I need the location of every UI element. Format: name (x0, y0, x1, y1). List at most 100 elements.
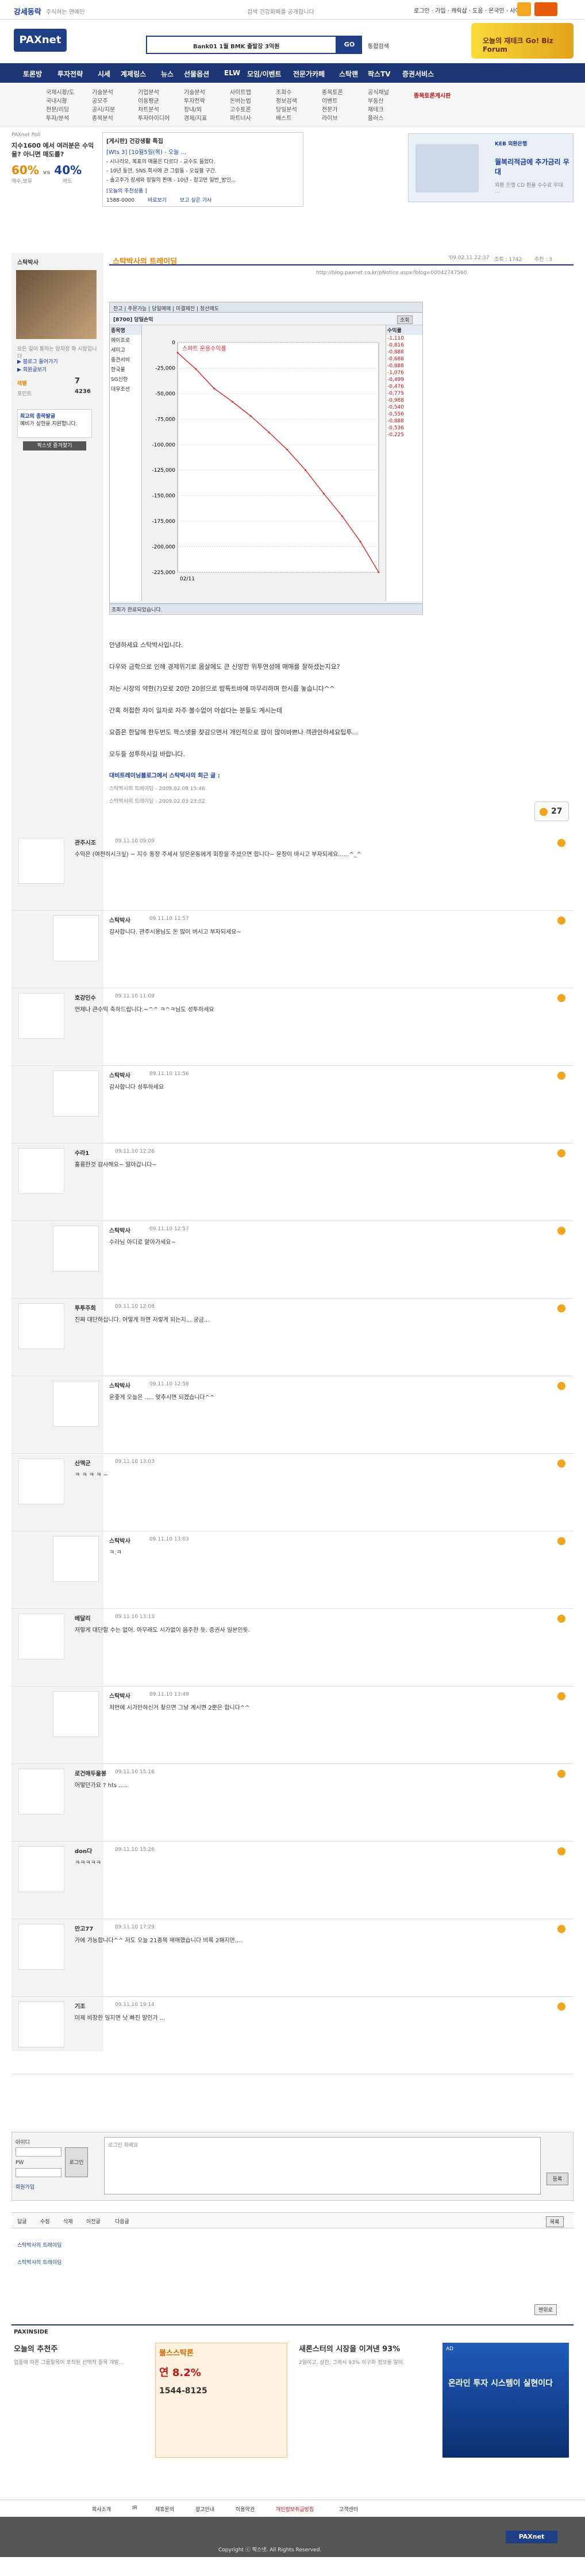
comment-reply-icon[interactable] (557, 1770, 565, 1778)
board-summary-extra[interactable]: [오늘의 추천상품 ] (106, 187, 299, 194)
subnav-link[interactable]: 고수토론 (230, 106, 251, 114)
subnav-highlight[interactable]: 종목토론게시판 (414, 91, 451, 99)
subnav-link[interactable]: 베스트 (276, 114, 297, 123)
footer-link[interactable]: 이용약관 (236, 2505, 255, 2513)
subnav-link[interactable]: 재테크 (368, 106, 389, 114)
site-links[interactable]: 강세동락 (14, 6, 41, 17)
paxinside-col1[interactable]: 오늘의 추천주 업종에 따른 그룹항목이 포착된 선택적 종목 개발... (14, 2343, 146, 2458)
comment-reply-icon[interactable] (557, 1382, 565, 1390)
subnav-link[interactable]: 전문/리딩 (46, 106, 74, 114)
comment-author[interactable]: 산맥군 (75, 1458, 91, 1467)
subnav-link[interactable]: 장내/외 (184, 106, 207, 114)
profile-promo[interactable]: 최고의 종목발굴 예비가 상한을 지원합니다. (17, 409, 92, 438)
site-logo[interactable]: PAXnet (14, 29, 67, 52)
nav-item-10[interactable]: 팍스TV (368, 69, 391, 79)
subnav-link[interactable]: 전문가 (322, 106, 343, 114)
nav-item-3[interactable]: 계제링스 (121, 69, 146, 79)
subnav-link[interactable]: 공시/지분 (92, 106, 115, 114)
comment-reply-icon[interactable] (557, 1460, 565, 1468)
comment-reply-icon[interactable] (557, 1072, 565, 1080)
help-icon[interactable] (534, 2, 557, 16)
comment-author[interactable]: 스탁박사 (109, 1226, 130, 1234)
nav-item-2[interactable]: 시세 (98, 69, 110, 79)
post-url[interactable]: http://blog.paxnet.co.kr/pNotice.aspx?bl… (316, 270, 467, 276)
bank-ad[interactable]: KEB 외환은행 월복리적금에 추가금리 우대 외환 은행 CD 환율 수수료 … (408, 133, 574, 202)
subnav-link[interactable]: 부동산 (368, 97, 389, 106)
related-item[interactable]: 스탁박사의 트레이딩 - 2009.02.09 15:46 (109, 783, 511, 795)
board-summary-cta1[interactable]: 바로보기 (148, 198, 167, 203)
subnav-link[interactable]: 경제/지표 (184, 114, 207, 123)
subnav-link[interactable]: 기술분석 (184, 88, 207, 97)
nav-item-6[interactable]: ELW (224, 69, 240, 77)
subnav-link[interactable]: 플러스 (368, 114, 389, 123)
chart-left-item[interactable]: 에이프로 (110, 335, 141, 345)
follow-button[interactable]: 팍스넷 즐겨찾기 (23, 441, 86, 450)
subnav-link[interactable]: 돈버는법 (230, 97, 251, 106)
footer-link[interactable]: 회사소개 (92, 2505, 111, 2513)
comment-author[interactable]: 로건매두울봉 (75, 1769, 106, 1777)
subnav-link[interactable]: 사이트맵 (230, 88, 251, 97)
chart-left-item[interactable]: SG신한 (110, 374, 141, 384)
comment-reply-icon[interactable] (557, 1615, 565, 1623)
nav-item-11[interactable]: 증권서비스 (402, 69, 434, 79)
signup-link[interactable]: 회원가입 (16, 2183, 34, 2190)
subnav-link[interactable]: 이동평균 (138, 97, 170, 106)
integrated-search-link[interactable]: 통합검색 (368, 41, 389, 50)
pen-icon[interactable] (517, 2, 531, 16)
comment-author[interactable]: 투투주희 (75, 1303, 96, 1312)
chart-left-item[interactable]: 한국물 (110, 364, 141, 374)
board-nav-item[interactable]: 이전글 (86, 2217, 101, 2225)
comment-author[interactable]: 호강인수 (75, 993, 96, 1002)
comment-author[interactable]: 기조 (75, 2001, 85, 2010)
comment-submit-button[interactable]: 등록 (546, 2173, 568, 2185)
top-user[interactable]: 주식하는 연예인 (46, 7, 85, 16)
top-button[interactable]: 맨위로 (534, 2304, 557, 2315)
comment-author[interactable]: 스탁박사 (109, 1691, 130, 1700)
board-summary-line[interactable]: - 시나리오, 복표의 매물은 다르다 - 교수도 들었다. (106, 157, 299, 165)
login-button[interactable]: 로그인 (65, 2147, 88, 2177)
paxinside-col3[interactable]: 새론스터의 시장을 이겨낸 93% 2일이고, 상한, 그래서 93% 이구화 … (299, 2343, 431, 2458)
comment-author[interactable]: 만고77 (75, 1924, 93, 1932)
nav-item-0[interactable]: 토론방 (23, 69, 42, 79)
footer-link[interactable]: 고객센터 (339, 2505, 358, 2513)
subnav-link[interactable]: 국내시황 (46, 97, 74, 106)
comment-author[interactable]: 스탁박사 (109, 915, 130, 924)
nav-item-5[interactable]: 선물옵션 (184, 69, 209, 79)
subnav-link[interactable]: 종목토론 (322, 88, 343, 97)
subnav-link[interactable]: 이벤트 (322, 97, 343, 106)
comment-reply-icon[interactable] (557, 1925, 565, 1933)
board-nav-item[interactable]: 삭제 (63, 2217, 73, 2225)
chart-left-item[interactable]: 중견서비 (110, 355, 141, 364)
profile-link-posts[interactable]: ▶ 회원글보기 (17, 365, 47, 373)
related-item[interactable]: 스탁박사의 트레이딩 - 2009.02.03 23:02 (109, 795, 511, 808)
chart-tabs-text[interactable]: 잔고 | 주문가능 | 당일매매 | 미결제잔 | 청산매도 (113, 305, 219, 312)
list-button[interactable]: 목록 (546, 2216, 564, 2227)
comment-reply-icon[interactable] (557, 917, 565, 925)
footer-link[interactable]: 개인정보취급방침 (276, 2505, 314, 2513)
related-link[interactable]: 대비트레이닝블로그에서 스탁박사의 최근 글 : (109, 770, 511, 783)
poll-question[interactable]: 지수1600 에서 여러분은 수익을? 아니면 매도를? (11, 141, 98, 159)
comment-reply-icon[interactable] (557, 1537, 565, 1545)
subnav-link[interactable]: 공모주 (92, 97, 115, 106)
chart-left-item[interactable]: 세이고 (110, 345, 141, 355)
related-post[interactable]: 스탁박사의 트레이딩 (17, 2241, 61, 2248)
board-nav-item[interactable]: 수정 (40, 2217, 50, 2225)
forum-banner[interactable]: 오늘의 재테크 Go! Biz Forum (471, 23, 574, 59)
comment-reply-icon[interactable] (557, 1304, 565, 1312)
comment-author[interactable]: 스탁박사 (109, 1071, 130, 1079)
profile-link-blog[interactable]: ▶ 블로그 들어가기 (17, 357, 58, 365)
comment-reply-icon[interactable] (557, 1692, 565, 1700)
comment-author[interactable]: 관주시조 (75, 838, 96, 846)
comment-author[interactable]: 베달리 (75, 1614, 91, 1622)
footer-link[interactable]: IR (132, 2505, 137, 2511)
subnav-link[interactable]: 당일분석 (276, 106, 297, 114)
comment-author[interactable]: 수라1 (75, 1148, 89, 1157)
paxinside-col2[interactable]: 불스스탁론 연 8.2% 1544-8125 (155, 2343, 287, 2458)
comment-reply-icon[interactable] (557, 839, 565, 847)
board-summary-line[interactable]: [Wts 3] [10월5일(목) - 오늘 ... (106, 147, 299, 156)
subnav-link[interactable]: 기업분석 (138, 88, 170, 97)
paxinside-col4[interactable]: AD 온라인 투자 시스템이 실현이다 (442, 2343, 569, 2458)
subnav-link[interactable]: 공식채널 (368, 88, 389, 97)
subnav-link[interactable]: 파트너사 (230, 114, 251, 123)
nav-item-1[interactable]: 투자전략 (57, 69, 83, 79)
